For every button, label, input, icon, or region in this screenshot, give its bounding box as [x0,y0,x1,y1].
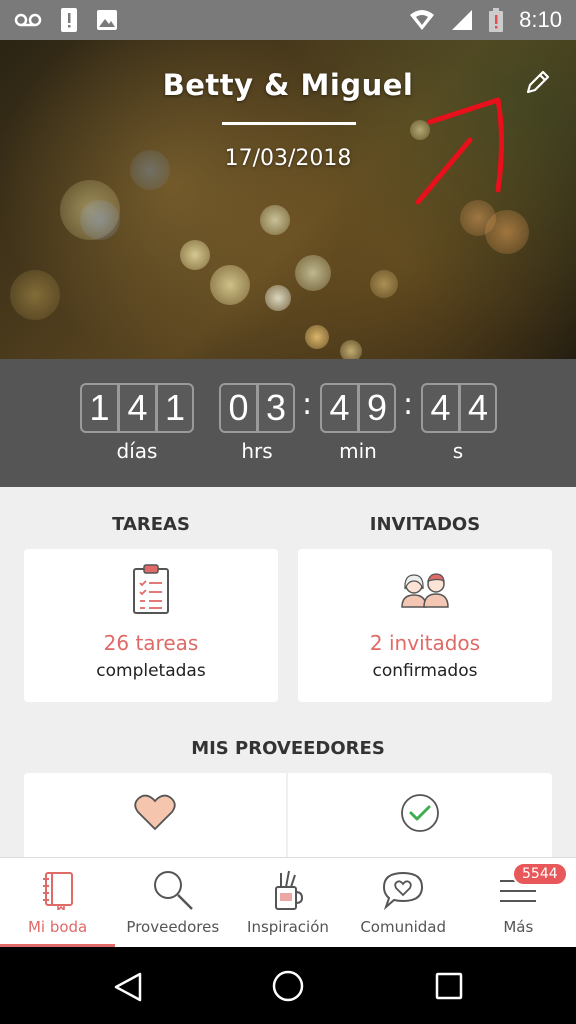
home-icon[interactable] [271,969,305,1007]
annotation-arrow [415,97,504,205]
hours-label: hrs [241,439,273,463]
digit: 1 [80,383,118,433]
alert-icon [60,7,78,33]
nav-label: Mi boda [27,918,88,936]
wifi-icon [409,9,435,31]
digit: 4 [459,383,497,433]
days-label: días [116,439,158,463]
countdown-days: 1 4 1 [80,383,194,433]
chat-heart-icon [382,868,424,912]
nav-proveedores[interactable]: Proveedores [115,858,230,947]
digit: 4 [421,383,459,433]
pencil-cup-icon [271,868,305,912]
status-bar: 8:10 [0,0,576,40]
notebook-icon [41,868,75,912]
minutes-label: min [339,439,377,463]
countdown-timer: 1 4 1 0 3 : 4 9 : 4 4 días hrs min s [0,359,576,487]
digit: 4 [320,383,358,433]
providers-title: MIS PROVEEDORES [191,738,385,759]
colon-separator: : [302,387,313,422]
guests-card[interactable]: 2 invitados confirmados [298,549,552,702]
battery-alert-icon [489,8,504,32]
back-icon[interactable] [112,971,144,1007]
seconds-label: s [452,439,464,463]
couple-icon [298,569,552,609]
system-navigation-bar [0,947,576,1024]
tasks-count: 26 tareas [103,631,199,655]
voicemail-icon [14,12,42,28]
nav-label: Más [503,918,534,936]
check-circle-icon [288,793,552,833]
nav-mi-boda[interactable]: Mi boda [0,858,116,947]
tasks-title: TAREAS [112,514,190,535]
clipboard-icon [24,563,278,615]
nav-comunidad[interactable]: Comunidad [346,858,461,947]
digit: 4 [118,383,156,433]
status-time: 8:10 [519,7,562,32]
recents-icon[interactable] [434,971,464,1005]
guests-count: 2 invitados [369,631,481,655]
colon-separator: : [403,387,414,422]
countdown-minutes: 4 9 [320,383,396,433]
nav-label: Inspiración [247,918,329,936]
countdown-hours: 0 3 [219,383,295,433]
notification-badge: 5544 [512,862,568,886]
nav-label: Proveedores [126,918,220,936]
heart-icon [24,793,286,831]
image-icon [96,9,118,31]
nav-label: Comunidad [360,918,446,936]
tasks-card[interactable]: 26 tareas completadas [24,549,278,702]
digit: 0 [219,383,257,433]
signal-icon [451,9,473,31]
tasks-sub: completadas [96,661,206,681]
nav-inspiracion[interactable]: Inspiración [230,858,345,947]
search-icon [152,868,194,912]
digit: 3 [257,383,295,433]
hero-banner: Betty & Miguel 17/03/2018 [0,40,576,359]
digit: 1 [156,383,194,433]
digit: 9 [358,383,396,433]
bottom-navigation: Mi boda Proveedores Inspiración Comunida… [0,857,576,947]
guests-title: INVITADOS [369,514,481,535]
guests-sub: confirmados [372,661,478,681]
countdown-seconds: 4 4 [421,383,497,433]
